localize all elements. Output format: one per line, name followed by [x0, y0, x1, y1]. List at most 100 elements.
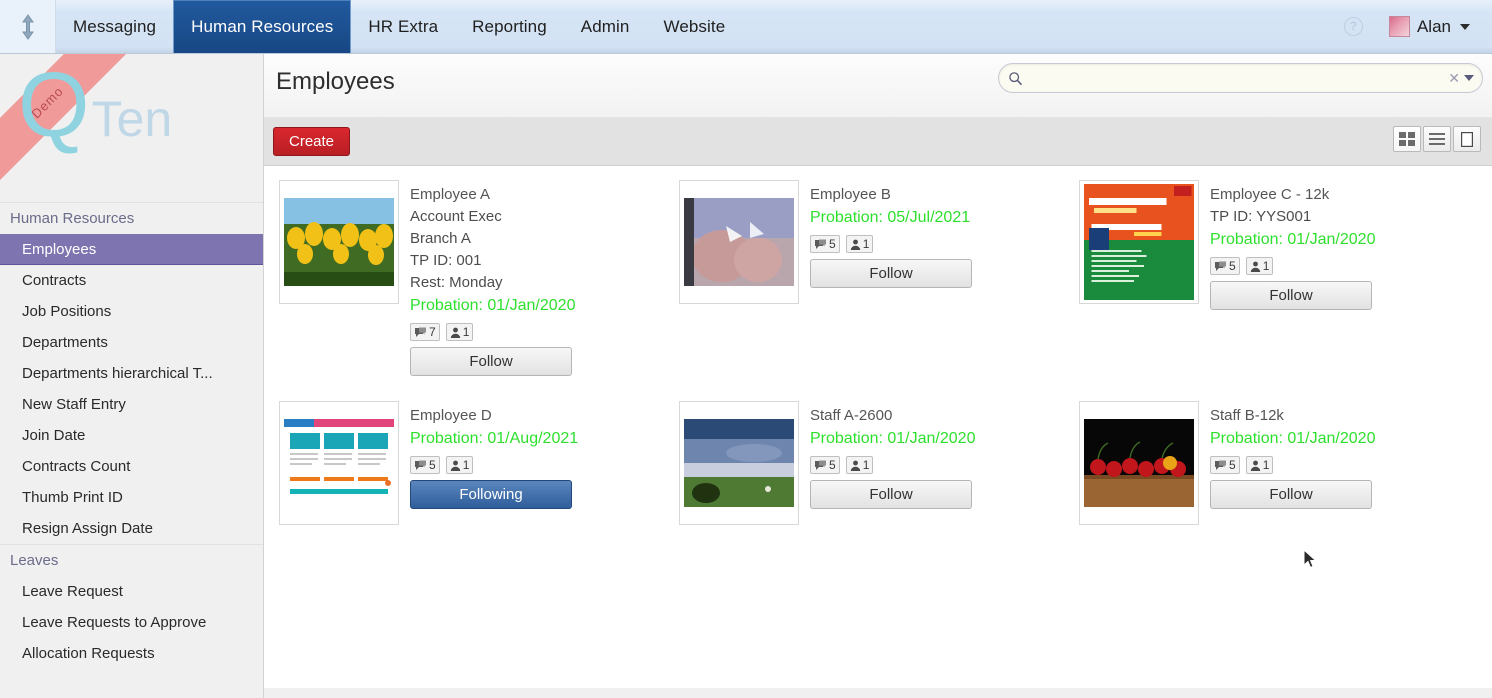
nav-tab-hr-extra[interactable]: HR Extra [351, 0, 455, 53]
employee-detail: Account Exec [410, 208, 502, 225]
card-badges: 5 1 [1210, 456, 1375, 474]
message-count-badge[interactable]: 5 [410, 456, 440, 474]
message-count-badge[interactable]: 5 [810, 456, 840, 474]
person-icon [450, 327, 460, 338]
home-button[interactable] [0, 0, 56, 53]
follower-count: 1 [862, 237, 870, 251]
sidebar-item-resign-assign-date[interactable]: Resign Assign Date [0, 513, 263, 544]
employee-photo-frame [679, 401, 799, 525]
employee-name: Employee D [410, 407, 492, 424]
employee-photo-frame [679, 180, 799, 304]
employee-name: Staff B-12k [1210, 407, 1284, 424]
person-icon [450, 460, 460, 471]
sidebar-item-contracts-count[interactable]: Contracts Count [0, 451, 263, 482]
sidebar-item-contracts[interactable]: Contracts [0, 265, 263, 296]
sidebar-item-departments-hierarchical[interactable]: Departments hierarchical T... [0, 358, 263, 389]
employee-card-body: Employee A Account Exec Branch A TP ID: … [399, 180, 575, 376]
form-view-button[interactable] [1453, 126, 1481, 152]
list-view-button[interactable] [1423, 126, 1451, 152]
sidebar-item-departments[interactable]: Departments [0, 327, 263, 358]
follower-count-badge[interactable]: 1 [1245, 257, 1274, 275]
employee-card[interactable]: Staff B-12k Probation: 01/Jan/2020 5 1 F… [1064, 401, 1464, 525]
create-button[interactable]: Create [273, 127, 351, 156]
follower-count: 1 [1262, 458, 1270, 472]
sidebar-item-job-positions[interactable]: Job Positions [0, 296, 263, 327]
kanban-row: Employee A Account Exec Branch A TP ID: … [264, 180, 1492, 376]
sidebar-item-employees[interactable]: Employees [0, 234, 263, 265]
follower-count-badge[interactable]: 1 [845, 456, 874, 474]
question-mark-icon[interactable]: ? [1343, 17, 1363, 36]
follower-count-badge[interactable]: 1 [1245, 456, 1274, 474]
page-title: Employees [276, 68, 395, 95]
message-count-badge[interactable]: 5 [1210, 456, 1240, 474]
grid-icon [1399, 132, 1415, 146]
speech-bubble-icon [1215, 460, 1226, 470]
app-logo: Q Ten [18, 54, 172, 156]
follower-count-badge[interactable]: 1 [445, 456, 474, 474]
nav-tab-website[interactable]: Website [646, 0, 742, 53]
top-navbar: Messaging Human Resources HR Extra Repor… [0, 0, 1492, 54]
probation-date: Probation: 01/Jan/2020 [1210, 231, 1376, 248]
message-count: 5 [1229, 259, 1236, 273]
speech-bubble-icon [415, 327, 426, 337]
chevron-down-icon[interactable] [1464, 75, 1474, 81]
employee-detail: TP ID: YYS001 [1210, 208, 1312, 225]
following-button[interactable]: Following [410, 480, 572, 509]
search-input[interactable] [1023, 65, 1449, 91]
employee-card[interactable]: Employee A Account Exec Branch A TP ID: … [264, 180, 664, 376]
message-count: 7 [429, 325, 436, 339]
logo-q: Q [18, 54, 90, 156]
employee-card[interactable]: Staff A-2600 Probation: 01/Jan/2020 5 1 … [664, 401, 1064, 525]
kanban-row: Employee D Probation: 01/Aug/2021 5 1 Fo… [264, 401, 1492, 525]
employee-card[interactable]: Employee B Probation: 05/Jul/2021 5 1 Fo… [664, 180, 1064, 376]
yellow-tulips-photo [284, 198, 394, 286]
user-menu[interactable]: Alan [1388, 16, 1470, 37]
follow-button[interactable]: Follow [810, 259, 972, 288]
brand-logo-area: Demo Q Ten [0, 54, 263, 202]
nav-tab-messaging[interactable]: Messaging [56, 0, 173, 53]
probation-date: Probation: 05/Jul/2021 [810, 209, 971, 226]
employee-photo-frame [279, 180, 399, 304]
follow-button[interactable]: Follow [810, 480, 972, 509]
follow-button[interactable]: Follow [1210, 281, 1372, 310]
message-count-badge[interactable]: 7 [410, 323, 440, 341]
nav-tab-reporting[interactable]: Reporting [455, 0, 564, 53]
employee-card[interactable]: Employee C - 12k TP ID: YYS001 Probation… [1064, 180, 1464, 376]
search-icon [1009, 71, 1023, 85]
speech-bubble-icon [415, 460, 426, 470]
person-icon [1250, 460, 1260, 471]
kanban-view-button[interactable] [1393, 126, 1421, 152]
employee-name: Employee A [410, 186, 491, 203]
employee-card-body: Employee D Probation: 01/Aug/2021 5 1 Fo… [399, 401, 578, 509]
person-icon [1250, 261, 1260, 272]
search-bar[interactable]: ✕ [998, 63, 1483, 93]
follow-button[interactable]: Follow [410, 347, 572, 376]
employee-card[interactable]: Employee D Probation: 01/Aug/2021 5 1 Fo… [264, 401, 664, 525]
speech-bubble-icon [815, 239, 826, 249]
up-down-arrow-icon [21, 13, 34, 40]
sidebar-item-new-staff-entry[interactable]: New Staff Entry [0, 389, 263, 420]
message-count-badge[interactable]: 5 [810, 235, 840, 253]
employee-photo-frame [1079, 401, 1199, 525]
follower-count-badge[interactable]: 1 [445, 323, 474, 341]
cherries-photo [1084, 419, 1194, 507]
nav-tab-admin[interactable]: Admin [564, 0, 647, 53]
message-count-badge[interactable]: 5 [1210, 257, 1240, 275]
nav-tab-human-resources[interactable]: Human Resources [173, 0, 352, 53]
sidebar-item-allocation-requests[interactable]: Allocation Requests [0, 638, 263, 669]
follower-count: 1 [462, 458, 470, 472]
horizontal-scrollbar[interactable] [264, 688, 1492, 698]
card-badges: 7 1 [410, 323, 575, 341]
sidebar-item-join-date[interactable]: Join Date [0, 420, 263, 451]
sidebar-item-thumb-print-id[interactable]: Thumb Print ID [0, 482, 263, 513]
view-switcher [1393, 126, 1481, 152]
follower-count-badge[interactable]: 1 [845, 235, 874, 253]
mouse-cursor [1303, 549, 1317, 569]
sidebar-item-leave-requests-to-approve[interactable]: Leave Requests to Approve [0, 607, 263, 638]
follow-button[interactable]: Follow [1210, 480, 1372, 509]
person-icon [850, 460, 860, 471]
message-count: 5 [1229, 458, 1236, 472]
sidebar-item-leave-request[interactable]: Leave Request [0, 576, 263, 607]
clear-x-icon[interactable]: ✕ [1448, 71, 1460, 85]
follower-count: 1 [1262, 259, 1270, 273]
